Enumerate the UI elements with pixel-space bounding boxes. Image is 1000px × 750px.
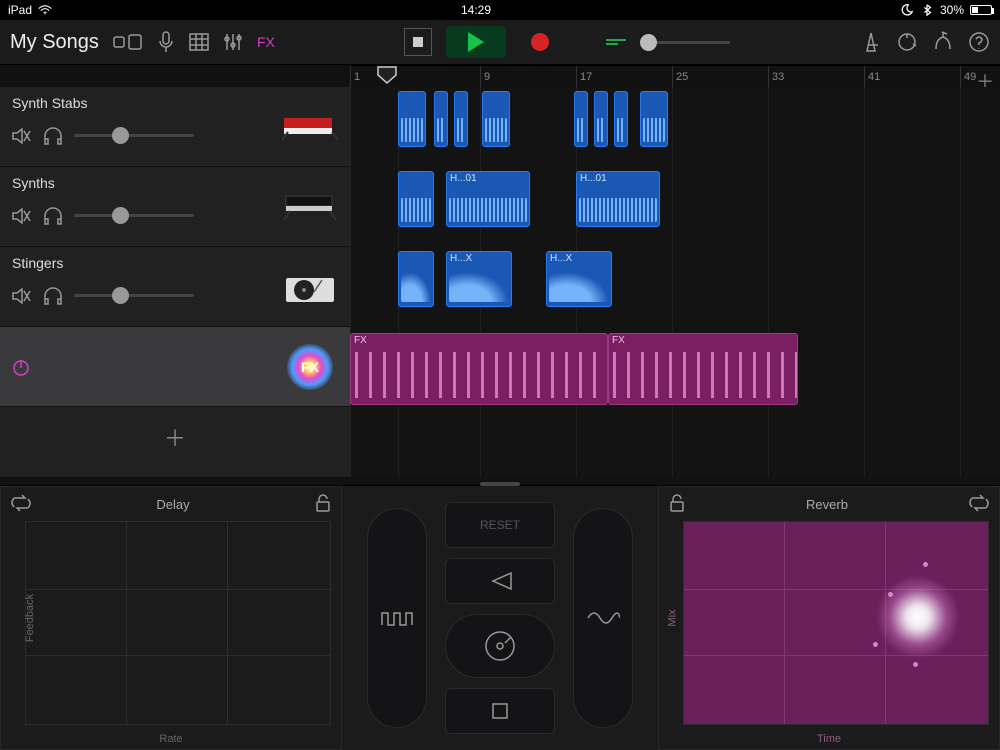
clock: 14:29 [461,3,491,17]
ruler-tick: 49 [960,66,976,87]
track-volume-slider[interactable] [74,294,194,297]
track-header[interactable]: Synth Stabs [0,87,350,167]
track-header[interactable]: Synths [0,167,350,247]
ruler-tick: 33 [768,66,784,87]
fx-toggle[interactable]: FX [257,34,275,50]
grid-icon[interactable] [189,33,209,51]
scratch-wheel[interactable] [445,614,555,678]
audio-clip[interactable] [398,251,434,307]
add-track-button[interactable]: ＋ [0,407,350,467]
ruler-tick: 9 [480,66,490,87]
timeline-ruler[interactable]: 1 9 17 25 33 41 49 ＋ [350,65,1000,87]
lock-icon[interactable] [669,494,685,515]
metronome-icon[interactable] [860,31,882,53]
fx-panel: Delay Rate Feedback RESET [0,485,1000,750]
bluetooth-icon [920,4,934,16]
lock-icon[interactable] [315,494,331,515]
xy-pad-delay[interactable]: Delay Rate Feedback [0,486,342,750]
audio-clip[interactable]: H...01 [446,171,530,227]
settings-icon[interactable] [932,31,954,53]
back-my-songs[interactable]: My Songs [10,31,99,54]
toolbar: My Songs FX [0,20,1000,65]
instrument-icon-fx: FX [280,347,340,387]
track-list: Synth Stabs Synths Stingers [0,87,350,477]
play-button[interactable] [446,26,506,58]
xy-xlabel: Rate [159,733,182,745]
track-volume-slider[interactable] [74,214,194,217]
moon-icon [900,4,914,16]
instrument-icon-keyboard [280,187,340,227]
wifi-icon [38,4,52,16]
swap-icon[interactable] [969,494,989,515]
track-name: Stingers [12,255,63,271]
xy-xlabel: Time [817,733,841,745]
instrument-icon-turntable [280,267,340,307]
loop-icon[interactable] [896,31,918,53]
audio-clip[interactable] [434,91,448,147]
audio-clip[interactable] [594,91,608,147]
mute-icon[interactable] [10,125,32,147]
track-header[interactable]: Stingers [0,247,350,327]
track-name: Synths [12,175,55,191]
stop-button[interactable] [404,28,432,56]
audio-clip[interactable]: H...X [546,251,612,307]
battery-icon [970,5,992,15]
xy-pad-reverb[interactable]: Reverb Time Mix [658,486,1000,750]
mic-icon[interactable] [157,31,175,53]
audio-clip[interactable] [640,91,668,147]
status-bar: iPad 14:29 30% [0,0,1000,20]
rewind-button[interactable] [445,558,555,604]
view-switcher-icon[interactable] [113,32,143,52]
fx-clip[interactable]: FX [350,333,608,405]
mixer-icon[interactable] [223,32,243,52]
headphones-icon[interactable] [42,125,64,147]
filter-strip[interactable] [573,508,633,728]
xy-touch-point [878,577,958,657]
play-icon [468,32,484,52]
ruler-tick: 41 [864,66,880,87]
xy-ylabel: Feedback [24,594,36,642]
help-icon[interactable] [968,31,990,53]
ruler-tick: 17 [576,66,592,87]
timeline[interactable]: H...01 H...01 H...X H...X FXFX [350,87,1000,477]
audio-clip[interactable] [482,91,510,147]
stop-fx-button[interactable] [445,688,555,734]
xy-title: Delay [156,497,189,512]
xy-title: Reverb [806,497,848,512]
fx-center-controls: RESET [342,486,658,750]
record-icon [531,33,549,51]
xy-ylabel: Mix [667,609,679,626]
xy-surface[interactable] [25,521,331,725]
track-name: Synth Stabs [12,95,88,111]
playhead-marker[interactable] [376,66,398,84]
master-volume-slider[interactable] [640,41,730,44]
gater-strip[interactable] [367,508,427,728]
fx-clip[interactable]: FX [608,333,798,405]
audio-clip[interactable]: H...01 [576,171,660,227]
instrument-icon-keyboard [280,107,340,147]
panel-drag-handle[interactable] [480,482,520,486]
audio-clip[interactable]: H...X [446,251,512,307]
swap-icon[interactable] [11,494,31,515]
battery-pct: 30% [940,3,964,17]
audio-clip[interactable] [574,91,588,147]
ruler-tick: 25 [672,66,688,87]
record-button[interactable] [520,26,560,58]
headphones-icon[interactable] [42,285,64,307]
audio-clip[interactable] [398,171,434,227]
audio-clip[interactable] [454,91,468,147]
power-icon[interactable] [10,356,32,378]
audio-clip[interactable] [614,91,628,147]
headphones-icon[interactable] [42,205,64,227]
mute-icon[interactable] [10,285,32,307]
ruler-tick: 1 [350,66,360,87]
track-volume-slider[interactable] [74,134,194,137]
level-meter-icon [606,39,626,45]
device-label: iPad [8,3,32,17]
xy-surface[interactable] [683,521,989,725]
track-header-fx[interactable]: FX [0,327,350,407]
audio-clip[interactable] [398,91,426,147]
reset-button[interactable]: RESET [445,502,555,548]
mute-icon[interactable] [10,205,32,227]
